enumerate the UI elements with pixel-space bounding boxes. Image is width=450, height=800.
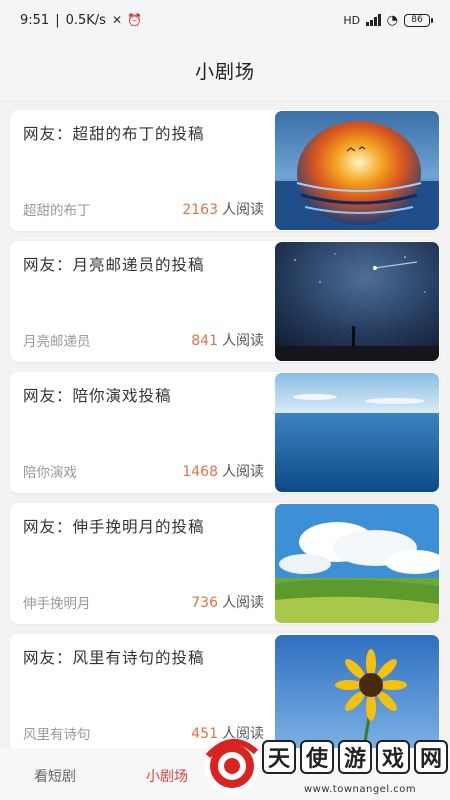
sunset-sphere-image	[275, 111, 439, 230]
reads-count: 1468	[182, 464, 218, 480]
calm-sea-image	[275, 373, 439, 492]
page-title: 小剧场	[194, 60, 255, 83]
tab-watch-drama[interactable]: 看短剧	[34, 766, 76, 786]
post-author: 月亮邮递员	[23, 334, 91, 350]
tab-mini-theater[interactable]: 小剧场	[146, 766, 188, 786]
post-title: 网友：伸手挽明月的投稿	[23, 518, 205, 536]
post-thumbnail[interactable]	[275, 504, 439, 623]
clock-time: 9:51	[20, 12, 50, 28]
post-author: 风里有诗句	[23, 727, 91, 743]
post-reads: 736 人阅读	[191, 592, 264, 612]
status-bar: 9:51 | 0.5K/s ✕ ⏰ HD ◔ 86	[0, 0, 450, 40]
post-card[interactable]: 网友：超甜的布丁的投稿 超甜的布丁 2163 人阅读	[10, 110, 440, 231]
post-card[interactable]: 网友：伸手挽明月的投稿 伸手挽明月 736 人阅读	[10, 503, 440, 624]
watermark-char: 网	[414, 740, 448, 774]
post-card[interactable]: 网友：陪你演戏投稿 陪你演戏 1468 人阅读	[10, 372, 440, 493]
network-speed: 0.5K/s	[65, 12, 106, 28]
post-author: 陪你演戏	[23, 465, 77, 481]
post-reads: 1468 人阅读	[182, 461, 264, 481]
reads-suffix: 人阅读	[222, 595, 264, 611]
reads-count: 841	[191, 333, 218, 349]
post-thumbnail[interactable]	[275, 373, 439, 492]
watermark-char: 天	[262, 740, 296, 774]
watermark-url: www.townangel.com	[304, 784, 417, 795]
post-card[interactable]: 网友：月亮邮递员的投稿 月亮邮递员 841 人阅读	[10, 241, 440, 362]
reads-suffix: 人阅读	[222, 464, 264, 480]
reads-count: 2163	[182, 202, 218, 218]
watermark-char: 使	[300, 740, 334, 774]
status-left: 9:51 | 0.5K/s ✕ ⏰	[20, 13, 142, 28]
battery-icon: 86	[404, 13, 433, 27]
post-title: 网友：风里有诗句的投稿	[23, 649, 205, 667]
watermark-char: 游	[338, 740, 372, 774]
watermark-char: 戏	[376, 740, 410, 774]
watermark: 天 使 游 戏 网 www.townangel.com	[196, 726, 450, 800]
post-thumbnail[interactable]	[275, 111, 439, 230]
hd-label: HD	[343, 13, 361, 27]
status-notification-icons: ✕ ⏰	[112, 13, 142, 27]
post-title: 网友：陪你演戏投稿	[23, 387, 172, 405]
alarm-icon: ⏰	[127, 13, 142, 27]
grassland-image	[275, 504, 439, 623]
post-thumbnail[interactable]	[275, 242, 439, 361]
post-author: 超甜的布丁	[23, 203, 91, 219]
post-title: 网友：超甜的布丁的投稿	[23, 125, 205, 143]
reads-suffix: 人阅读	[222, 333, 264, 349]
battery-level: 86	[411, 15, 423, 25]
separator: |	[55, 12, 60, 28]
night-sky-image	[275, 242, 439, 361]
wifi-icon: ◔	[386, 12, 398, 28]
reads-suffix: 人阅读	[222, 202, 264, 218]
watermark-chars: 天 使 游 戏 网	[262, 740, 448, 774]
mute-icon: ✕	[111, 13, 123, 27]
watermark-logo-icon	[204, 738, 260, 794]
post-reads: 2163 人阅读	[182, 199, 264, 219]
signal-icon	[366, 14, 381, 26]
post-title: 网友：月亮邮递员的投稿	[23, 256, 205, 274]
status-right: HD ◔ 86	[343, 12, 433, 28]
post-reads: 841 人阅读	[191, 330, 264, 350]
reads-count: 736	[191, 595, 218, 611]
title-bar: 小剧场	[0, 40, 450, 100]
post-author: 伸手挽明月	[23, 596, 91, 612]
